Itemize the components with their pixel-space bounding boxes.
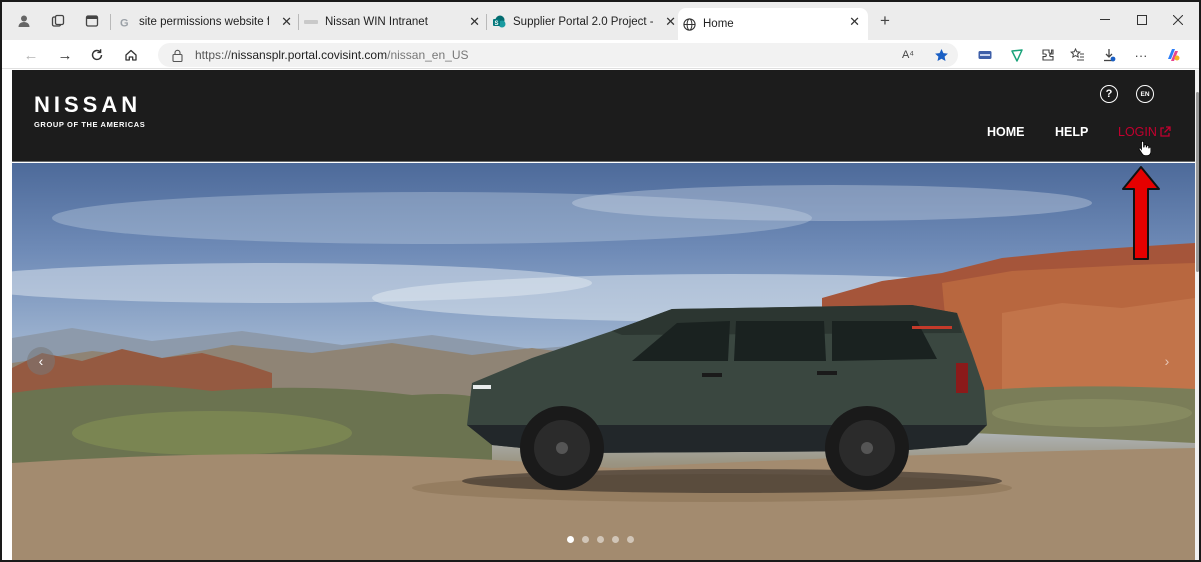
read-aloud-icon[interactable]: A⁴ (897, 44, 919, 66)
close-window-icon[interactable] (1160, 9, 1196, 31)
hero-carousel: ‹ › (12, 163, 1195, 560)
lock-icon[interactable] (172, 49, 186, 62)
google-icon: G (118, 15, 132, 29)
forward-icon[interactable]: → (54, 44, 76, 66)
nissan-logo[interactable]: NISSAN GROUP OF THE AMERICAS (34, 92, 145, 129)
profile-icon[interactable] (14, 11, 34, 31)
url-path: /nissan_en_US (387, 48, 469, 62)
nav-help-link[interactable]: HELP (1055, 125, 1088, 139)
hand-cursor-icon (1138, 140, 1152, 161)
tab-title: Supplier Portal 2.0 Project - Prod (513, 16, 653, 28)
close-tab-icon[interactable]: ✕ (665, 14, 676, 30)
url-host: nissansplr.portal.covisint.com (231, 48, 388, 62)
copilot-icon[interactable] (1162, 44, 1184, 66)
close-tab-icon[interactable]: ✕ (849, 14, 860, 30)
globe-icon (682, 17, 696, 31)
scrollbar-thumb[interactable] (1196, 92, 1199, 272)
site-header: NISSAN GROUP OF THE AMERICAS ? EN HOME H… (12, 70, 1195, 162)
nav-home-link[interactable]: HOME (987, 125, 1025, 139)
tab-supplier-portal[interactable]: S Supplier Portal 2.0 Project - Prod ✕ (492, 8, 680, 36)
workspaces-icon[interactable] (48, 11, 68, 31)
refresh-icon[interactable] (86, 44, 108, 66)
login-label: LOGIN (1118, 125, 1157, 139)
tab-home[interactable]: Home ✕ (678, 8, 868, 40)
close-tab-icon[interactable]: ✕ (281, 14, 292, 30)
back-icon[interactable]: ← (20, 44, 42, 66)
brand-name: NISSAN (34, 92, 142, 117)
home-icon[interactable] (120, 44, 142, 66)
carousel-dot[interactable] (612, 536, 619, 543)
tab-separator (486, 14, 487, 30)
tab-strip: G site permissions website files for i ✕… (2, 2, 1199, 40)
nissan-win-icon (304, 15, 318, 29)
carousel-dot[interactable] (582, 536, 589, 543)
tab-title: Nissan WIN Intranet (325, 16, 428, 28)
language-icon[interactable]: EN (1136, 85, 1154, 103)
red-arrow-annotation (1120, 165, 1162, 266)
svg-text:G: G (120, 18, 129, 29)
carousel-dot[interactable] (567, 536, 574, 543)
extension-card-icon[interactable] (974, 44, 996, 66)
more-options-icon[interactable]: ··· (1130, 44, 1152, 66)
minimize-icon[interactable] (1087, 9, 1123, 31)
carousel-next-icon[interactable]: › (1153, 347, 1181, 375)
tab-separator (298, 14, 299, 30)
tab-site-permissions[interactable]: G site permissions website files for i ✕ (118, 8, 296, 36)
carousel-dot[interactable] (627, 536, 634, 543)
sharepoint-icon: S (492, 15, 506, 29)
downloads-icon[interactable] (1098, 44, 1120, 66)
tab-separator (110, 14, 111, 30)
new-tab-icon[interactable]: + (875, 11, 895, 31)
address-bar[interactable]: https://nissansplr.portal.covisint.com/n… (158, 43, 958, 67)
tab-nissan-win[interactable]: Nissan WIN Intranet ✕ (304, 8, 484, 36)
tab-title: Home (703, 18, 734, 30)
extension-shield-icon[interactable] (1006, 44, 1028, 66)
brand-subtitle: GROUP OF THE AMERICAS (34, 120, 146, 129)
svg-text:S: S (495, 21, 499, 27)
login-link[interactable]: LOGIN (1118, 125, 1171, 139)
tab-actions-icon[interactable] (82, 11, 102, 31)
maximize-icon[interactable] (1124, 9, 1160, 31)
extensions-icon[interactable] (1037, 44, 1059, 66)
carousel-prev-icon[interactable]: ‹ (27, 347, 55, 375)
favorites-icon[interactable] (1066, 44, 1088, 66)
favorite-star-icon[interactable] (930, 44, 952, 66)
carousel-dot[interactable] (597, 536, 604, 543)
help-icon[interactable]: ? (1100, 85, 1118, 103)
external-link-icon (1159, 126, 1171, 138)
address-bar-row: ← → https://nissansplr.portal.covisint.c… (2, 40, 1199, 69)
url-scheme: https:// (195, 48, 232, 62)
carousel-indicators (567, 536, 634, 543)
browser-window: G site permissions website files for i ✕… (0, 0, 1201, 562)
close-tab-icon[interactable]: ✕ (469, 14, 480, 30)
tab-title: site permissions website files for i (139, 16, 269, 28)
hero-image (12, 185, 1195, 560)
